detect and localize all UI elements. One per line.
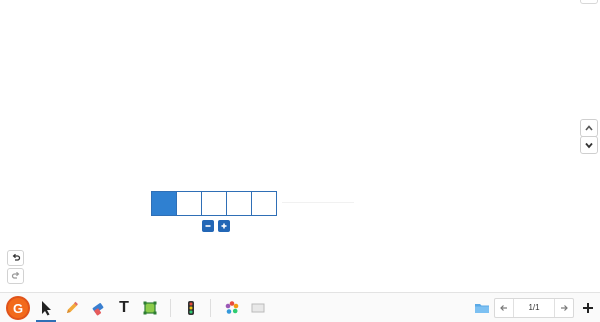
- arrow-right-icon: [561, 305, 568, 311]
- increase-parts-button[interactable]: [218, 220, 230, 232]
- minus-icon: [205, 225, 211, 227]
- add-page-button[interactable]: [577, 297, 599, 319]
- traffic-light-tool[interactable]: [180, 297, 202, 319]
- scroll-down-button[interactable]: [580, 136, 598, 154]
- folder-button[interactable]: [471, 297, 493, 319]
- page-navigator: 1/1: [494, 298, 574, 318]
- fraction-bar[interactable]: [151, 191, 277, 216]
- color-wheel-icon: [225, 301, 239, 314]
- fraction-cell-empty[interactable]: [226, 191, 252, 216]
- scroll-up-button[interactable]: [580, 119, 598, 137]
- plus-icon: [583, 303, 593, 313]
- chevron-down-icon: [585, 142, 593, 149]
- color-wheel-tool[interactable]: [221, 297, 243, 319]
- fraction-cell-filled[interactable]: [151, 191, 177, 216]
- fraction-cell-empty[interactable]: [251, 191, 277, 216]
- eraser-tool[interactable]: [87, 297, 109, 319]
- faint-guide-line: [282, 202, 354, 203]
- pencil-tool[interactable]: [61, 297, 83, 319]
- chevron-up-icon: [585, 125, 593, 131]
- canvas-stage: G T 1/1: [0, 0, 600, 322]
- undo-button[interactable]: [7, 250, 24, 266]
- pointer-tool[interactable]: [35, 297, 57, 319]
- pointer-icon: [42, 301, 51, 316]
- folder-icon: [475, 304, 489, 313]
- app-logo[interactable]: G: [6, 296, 30, 320]
- bottom-toolbar: G T 1/1: [0, 292, 600, 322]
- pencil-icon: [67, 301, 78, 313]
- redo-icon: [11, 271, 19, 279]
- toolbar-separator: [170, 299, 171, 317]
- slides-icon: [251, 303, 265, 313]
- shape-tool[interactable]: [139, 297, 161, 319]
- eraser-icon: [92, 303, 104, 316]
- slides-tool[interactable]: [247, 297, 269, 319]
- decrease-parts-button[interactable]: [202, 220, 214, 232]
- traffic-light-icon: [188, 301, 194, 315]
- plus-icon: [221, 223, 227, 229]
- arrow-left-icon: [500, 305, 507, 311]
- text-tool-label: T: [119, 299, 129, 316]
- next-page-button[interactable]: [555, 299, 573, 317]
- fraction-cell-empty[interactable]: [201, 191, 227, 216]
- shape-icon: [143, 301, 157, 315]
- toolbar-separator: [210, 299, 211, 317]
- corner-button[interactable]: [580, 0, 598, 4]
- fraction-cell-empty[interactable]: [176, 191, 202, 216]
- text-tool[interactable]: T: [113, 297, 135, 319]
- prev-page-button[interactable]: [495, 299, 513, 317]
- undo-icon: [12, 253, 20, 261]
- redo-button[interactable]: [7, 268, 24, 284]
- page-indicator: 1/1: [513, 299, 555, 317]
